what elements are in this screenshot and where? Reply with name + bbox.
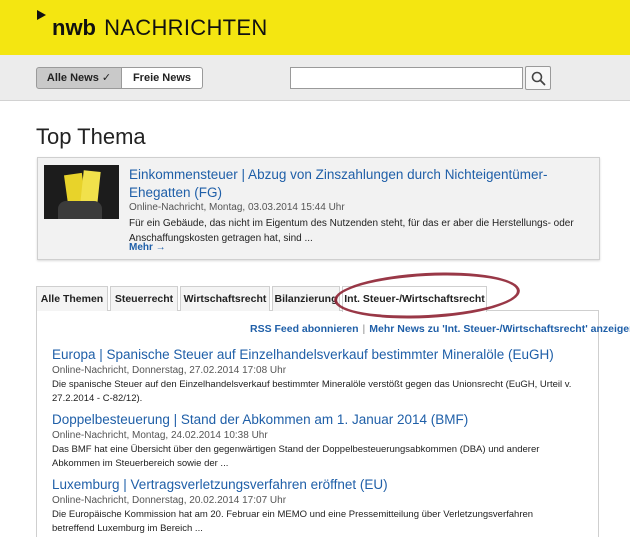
news-item-excerpt: Das BMF hat eine Übersicht über den gege… [52,444,540,469]
news-item: Luxemburg | Vertragsverletzungsverfahren… [52,476,592,536]
search-input[interactable] [290,67,523,89]
more-news-link[interactable]: Mehr News zu 'Int. Steuer-/Wirtschaftsre… [369,323,630,335]
news-item-meta: Online-Nachricht, Donnerstag, 27.02.2014… [52,365,287,376]
site-logo[interactable]: nwb NACHRICHTEN [52,15,268,41]
tab-bilanzierung[interactable]: Bilanzierung [272,286,340,311]
news-item-excerpt: Die Europäische Kommission hat am 20. Fe… [52,509,534,534]
tab-links: RSS Feed abonnieren | Mehr News zu 'Int. S… [250,323,630,335]
featured-article-more-link[interactable]: Mehr → [129,242,166,253]
site-header: nwb NACHRICHTEN [0,0,630,55]
news-item-title-link[interactable]: Luxemburg | Vertragsverletzungsverfahren… [52,476,592,494]
all-news-toggle[interactable]: Alle News ✓ [36,67,122,89]
news-item: Europa | Spanische Steuer auf Einzelhand… [52,346,592,406]
search-button[interactable] [525,66,551,90]
featured-article-thumbnail[interactable] [44,165,119,219]
tab-alle-themen[interactable]: Alle Themen [36,286,108,311]
tab-int-steuer-wirtschaftsrecht[interactable]: Int. Steuer-/Wirtschaftsrecht [342,286,487,312]
featured-article-title-link[interactable]: Einkommensteuer | Abzug von Zinszahlunge… [129,166,589,202]
featured-article-excerpt: Für ein Gebäude, das nicht im Eigentum d… [129,218,574,244]
featured-article-meta: Online-Nachricht, Montag, 03.03.2014 15:… [129,202,345,213]
news-item-meta: Online-Nachricht, Donnerstag, 20.02.2014… [52,495,287,506]
toolbar: Alle News ✓ Freie News [0,55,630,101]
logo-brand: nwb [52,15,96,40]
rss-feed-link[interactable]: RSS Feed abonnieren [250,323,359,335]
news-item-title-link[interactable]: Europa | Spanische Steuer auf Einzelhand… [52,346,592,364]
tab-steuerrecht[interactable]: Steuerrecht [110,286,178,311]
news-item-excerpt: Die spanische Steuer auf den Einzelhande… [52,379,572,404]
news-item: Doppelbesteuerung | Stand der Abkommen a… [52,411,592,471]
logo-flag-icon [37,10,46,20]
logo-section: NACHRICHTEN [104,15,268,40]
free-news-toggle[interactable]: Freie News [122,67,203,89]
page-title: Top Thema [36,124,146,149]
tab-wirtschaftsrecht[interactable]: Wirtschaftsrecht [180,286,270,311]
news-item-meta: Online-Nachricht, Montag, 24.02.2014 10:… [52,430,268,441]
featured-article: Einkommensteuer | Abzug von Zinszahlunge… [37,157,600,260]
search-icon [531,71,546,86]
news-item-title-link[interactable]: Doppelbesteuerung | Stand der Abkommen a… [52,411,592,429]
